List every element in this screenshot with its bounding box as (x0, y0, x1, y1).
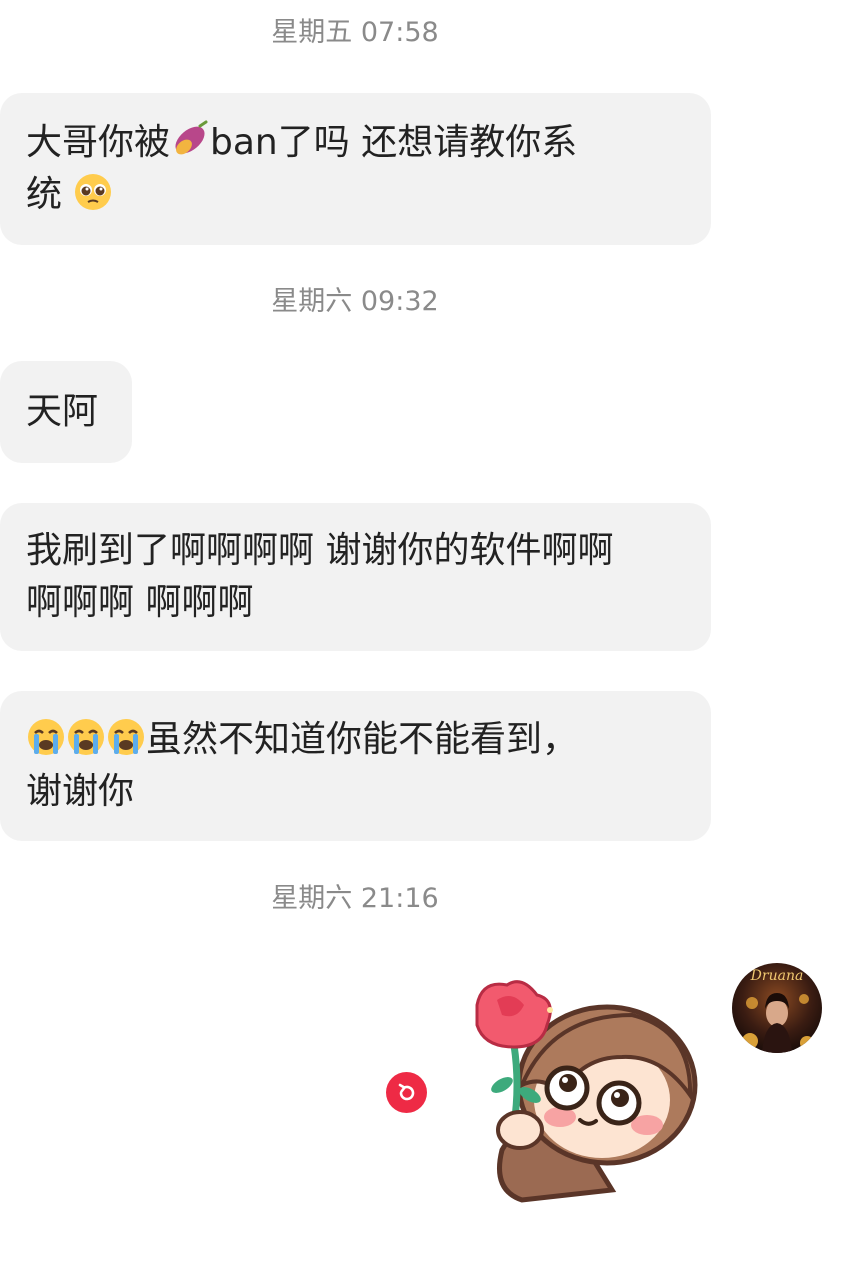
loudly-crying-face-emoji (68, 719, 104, 755)
loudly-crying-face-emoji (108, 719, 144, 755)
message-bubble[interactable]: 虽然不知道你能不能看到， 谢谢你 (0, 691, 711, 841)
girl-holding-rose-sticker[interactable] (462, 975, 702, 1210)
message-line: 谢谢你 (26, 771, 135, 812)
timestamp: 星期六 21:16 (271, 883, 439, 914)
pleading-face-emoji (75, 174, 112, 210)
message-line: 统 (26, 169, 577, 221)
message-bubble[interactable]: 大哥你被 ban了吗 还想请教你系 统 (0, 93, 711, 245)
message-bubble[interactable]: 我刷到了啊啊啊啊 谢谢你的软件啊啊 啊啊啊 啊啊啊 (0, 503, 711, 651)
resend-icon[interactable] (386, 1072, 427, 1113)
message-line: 大哥你被 ban了吗 还想请教你系 (26, 120, 578, 163)
message-bubble[interactable]: 天阿 (0, 361, 132, 463)
message-line: 天阿 (26, 391, 99, 432)
message-line: 啊啊啊 啊啊啊 (26, 582, 254, 623)
avatar[interactable]: Druana (732, 963, 822, 1053)
refresh-icon (398, 1083, 414, 1100)
avatar-label: Druana (750, 968, 804, 984)
message-line: 我刷到了啊啊啊啊 谢谢你的软件啊啊 (26, 530, 614, 571)
loudly-crying-face-emoji (28, 719, 64, 755)
sweet-potato-emoji (175, 120, 208, 155)
timestamp: 星期六 09:32 (271, 286, 439, 317)
timestamp: 星期五 07:58 (271, 17, 439, 48)
message-line: 虽然不知道你能不能看到， (26, 714, 578, 766)
